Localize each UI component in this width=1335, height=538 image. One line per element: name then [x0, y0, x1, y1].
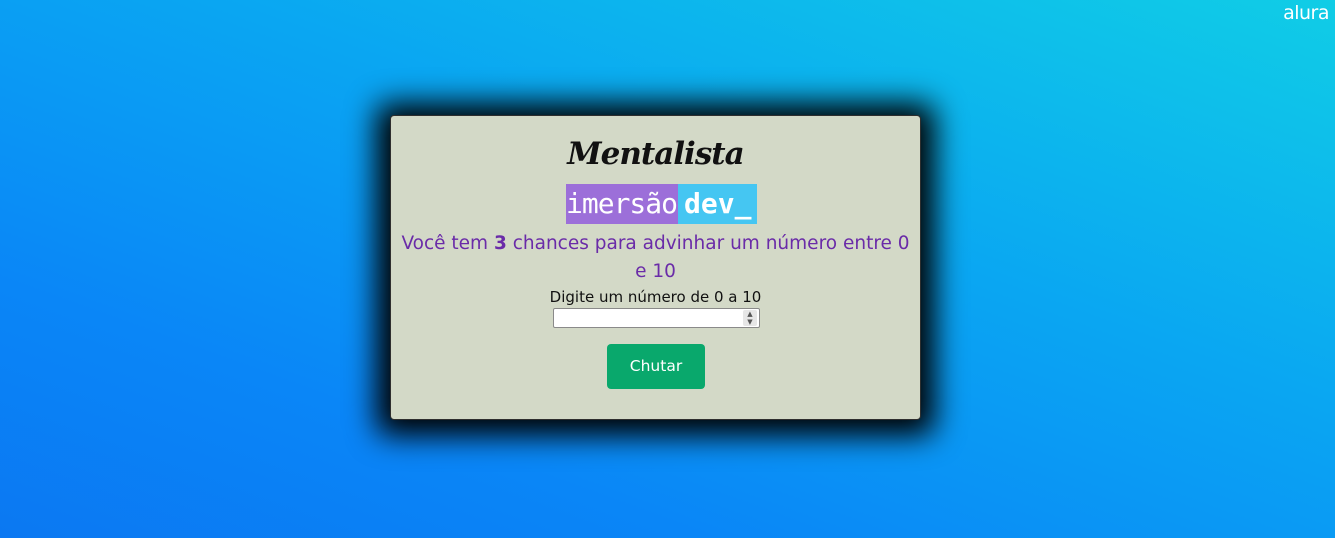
game-card: Mentalista imersão dev_ Você tem 3 chanc… [390, 115, 921, 420]
chevron-up-icon[interactable]: ▲ [743, 310, 757, 318]
message-prefix: Você tem [401, 233, 494, 254]
instructions-text: Você tem 3 chances para advinhar um núme… [401, 230, 910, 286]
number-spinner[interactable]: ▲ ▼ [743, 310, 757, 326]
number-input-label: Digite um número de 0 a 10 [549, 288, 762, 306]
chances-count: 3 [493, 233, 507, 254]
page-title: Mentalista [567, 136, 744, 172]
number-input[interactable]: ▲ ▼ [553, 308, 760, 328]
logo-left-text: imersão [566, 184, 678, 224]
chevron-down-icon[interactable]: ▼ [743, 318, 757, 326]
guess-button[interactable]: Chutar [607, 344, 705, 389]
logo-right-text: dev_ [678, 184, 758, 224]
imersao-dev-logo: imersão dev_ [566, 184, 758, 224]
alura-logo: alura [1283, 2, 1329, 24]
message-suffix: chances para advinhar um número entre 0 … [506, 233, 910, 282]
